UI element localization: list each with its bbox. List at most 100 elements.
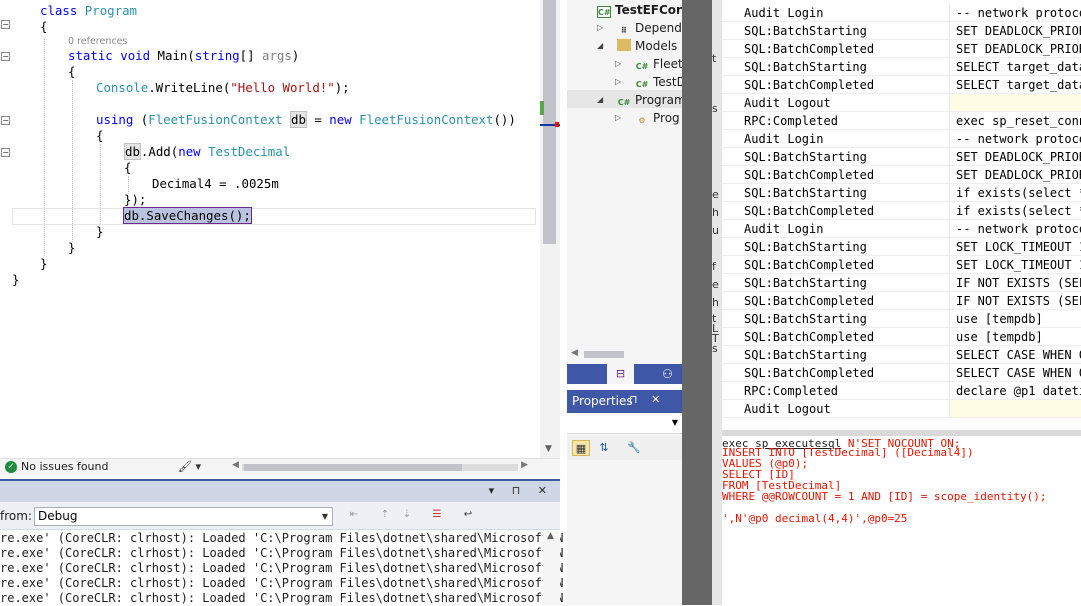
trace-row[interactable]: RPC:Completed exec sp_reset_conn bbox=[722, 112, 1081, 130]
previous-message-icon[interactable]: ⇡ bbox=[376, 509, 394, 523]
collapse-icon[interactable]: ◢ bbox=[597, 95, 603, 104]
expand-icon[interactable]: ▷ bbox=[615, 77, 621, 86]
code-line-4[interactable]: { bbox=[68, 64, 75, 80]
output-vertical-scrollbar[interactable]: ▲ bbox=[543, 531, 560, 605]
code-line-6[interactable]: using (FleetFusionContext db = new Fleet… bbox=[96, 111, 516, 128]
fold-toggle-class[interactable]: − bbox=[1, 20, 10, 29]
code-line-14[interactable]: } bbox=[68, 240, 75, 256]
trace-row[interactable]: SQL:BatchCompleted use [tempdb] bbox=[722, 328, 1081, 346]
trace-row[interactable]: SQL:BatchCompleted SELECT target_data bbox=[722, 76, 1081, 94]
code-line-1[interactable]: class Program bbox=[40, 3, 137, 19]
keyword: new bbox=[178, 144, 201, 159]
codelens-references[interactable]: 0 references bbox=[68, 36, 127, 47]
text-data-cell: IF NOT EXISTS (SEL bbox=[950, 292, 1081, 310]
code-line-13[interactable]: } bbox=[96, 224, 103, 240]
code-line-3[interactable]: static void Main(string[] args) bbox=[68, 48, 299, 64]
categorized-icon[interactable]: ▦ bbox=[572, 440, 590, 456]
text-data-cell: SET DEADLOCK_PRIOR bbox=[950, 40, 1081, 58]
text-data-cell: SELECT CASE WHEN O bbox=[950, 346, 1081, 364]
fold-toggle-using[interactable]: − bbox=[1, 116, 10, 125]
code-line-15[interactable]: } bbox=[40, 256, 47, 272]
profiler-trace-grid[interactable]: Audit Login -- network protoco SQL:BatchSt… bbox=[722, 0, 1081, 430]
window-buttons[interactable]: ⊓ ✕ bbox=[629, 393, 665, 406]
trace-row[interactable]: SQL:BatchCompleted SELECT CASE WHEN O bbox=[722, 364, 1081, 382]
code-line-7[interactable]: { bbox=[96, 128, 103, 144]
property-pages-icon[interactable]: 🔧 bbox=[625, 440, 643, 456]
code-cleanup-icon[interactable]: 🖌 ▾ bbox=[178, 460, 201, 473]
trace-row[interactable]: SQL:BatchCompleted SET DEADLOCK_PRIOR bbox=[722, 40, 1081, 58]
code-line-9[interactable]: { bbox=[124, 160, 131, 176]
output-text[interactable]: re.exe' (CoreCLR: clrhost): Loaded 'C:\P… bbox=[0, 531, 564, 606]
output-source-select[interactable]: Debug ▼ bbox=[34, 507, 333, 526]
expand-icon[interactable]: ▷ bbox=[615, 113, 621, 122]
trace-row[interactable]: RPC:Completed declare @p1 dateti bbox=[722, 382, 1081, 400]
fold-toggle-main[interactable]: − bbox=[1, 52, 10, 61]
trace-row[interactable]: SQL:BatchStarting SET DEADLOCK_PRIOR bbox=[722, 148, 1081, 166]
scroll-right-icon[interactable]: ▶ bbox=[521, 460, 528, 470]
scroll-left-icon[interactable]: ◀ bbox=[232, 460, 239, 470]
tree-item-fleet[interactable]: C# Fleet bbox=[635, 55, 682, 73]
tree-item-dependencies[interactable]: ⠿ Depende bbox=[617, 19, 682, 37]
trace-row[interactable]: SQL:BatchStarting SELECT CASE WHEN O bbox=[722, 346, 1081, 364]
tree-item-project[interactable]: C# TestEFCore bbox=[597, 1, 682, 19]
tree-item-testd[interactable]: C# TestD bbox=[635, 73, 682, 91]
next-message-icon[interactable]: ⇣ bbox=[398, 509, 416, 523]
trace-row[interactable]: SQL:BatchStarting IF NOT EXISTS (SEL bbox=[722, 274, 1081, 292]
code-line-11[interactable]: }); bbox=[124, 192, 146, 208]
object-selector[interactable]: ▼ bbox=[567, 413, 682, 434]
scrollbar-thumb[interactable] bbox=[584, 351, 624, 358]
code-line-2[interactable]: { bbox=[40, 19, 47, 35]
editor-vertical-scrollbar[interactable]: ▼ bbox=[540, 0, 560, 458]
output-source-label: from: bbox=[0, 509, 32, 523]
tree-item-program[interactable]: C# Program bbox=[617, 91, 682, 109]
trace-row[interactable]: SQL:BatchCompleted SET DEADLOCK_PRIOR bbox=[722, 166, 1081, 184]
clear-all-icon[interactable]: ☰ bbox=[428, 509, 446, 523]
tree-item-label: Program bbox=[635, 93, 682, 107]
trace-row[interactable]: SQL:BatchStarting if exists(select * bbox=[722, 184, 1081, 202]
trace-row[interactable]: Audit Login -- network protoco bbox=[722, 4, 1081, 22]
code-editor[interactable]: − − − − 0 references class Program { sta… bbox=[0, 0, 560, 458]
trace-row[interactable]: SQL:BatchCompleted IF NOT EXISTS (SEL bbox=[722, 292, 1081, 310]
word-wrap-icon[interactable]: ↩ bbox=[459, 509, 477, 523]
event-class-cell: SQL:BatchCompleted bbox=[722, 256, 950, 274]
trace-row[interactable]: Audit Login -- network protoco bbox=[722, 220, 1081, 238]
find-message-icon[interactable]: ⇤ bbox=[345, 509, 363, 523]
trace-row[interactable]: SQL:BatchCompleted SET LOCK_TIMEOUT 1 bbox=[722, 256, 1081, 274]
trace-row[interactable]: SQL:BatchStarting use [tempdb] bbox=[722, 310, 1081, 328]
trace-row[interactable]: SQL:BatchStarting SET LOCK_TIMEOUT 1 bbox=[722, 238, 1081, 256]
scroll-down-icon[interactable]: ▼ bbox=[545, 444, 552, 454]
code-line-10[interactable]: Decimal4 = .0025m bbox=[152, 176, 279, 192]
trace-row[interactable]: Audit Login -- network protoco bbox=[722, 130, 1081, 148]
code-line-8[interactable]: db.Add(new TestDecimal bbox=[124, 143, 290, 160]
scroll-up-icon[interactable]: ▲ bbox=[547, 531, 554, 541]
expand-icon[interactable]: ▷ bbox=[597, 23, 603, 32]
solution-horizontal-scrollbar[interactable]: ◀ bbox=[567, 346, 682, 363]
trace-row[interactable]: SQL:BatchStarting SELECT target_data bbox=[722, 58, 1081, 76]
tree-item-program-class[interactable]: ⚙ Prog bbox=[635, 109, 679, 127]
fold-toggle-add[interactable]: − bbox=[1, 148, 10, 157]
window-buttons[interactable]: ▾ ⊓ ✕ bbox=[489, 484, 554, 497]
sql-line: WHERE @@ROWCOUNT = 1 AND [ID] = scope_id… bbox=[722, 490, 1047, 503]
trace-row[interactable]: SQL:BatchStarting SET DEADLOCK_PRIOR bbox=[722, 22, 1081, 40]
issues-status[interactable]: No issues found bbox=[21, 460, 108, 473]
alphabetical-icon[interactable]: ⇅ bbox=[595, 440, 613, 456]
sql-text-pane[interactable]: exec sp_executesql N'SET NOCOUNT ON; INS… bbox=[722, 436, 1081, 605]
scroll-left-icon[interactable]: ◀ bbox=[571, 348, 578, 358]
trace-row[interactable]: Audit Logout bbox=[722, 400, 1081, 418]
code-line-5[interactable]: Console.WriteLine("Hello World!"); bbox=[96, 80, 350, 96]
expand-icon[interactable]: ▷ bbox=[615, 59, 621, 68]
scrollbar-thumb[interactable] bbox=[244, 464, 462, 471]
event-class-cell: SQL:BatchStarting bbox=[722, 346, 950, 364]
trace-row[interactable]: Audit Logout bbox=[722, 94, 1081, 112]
collapse-icon[interactable]: ◢ bbox=[597, 41, 603, 50]
profiler-side-splitter[interactable]: t s e h u f e h t L T s bbox=[712, 0, 722, 605]
trace-row[interactable]: SQL:BatchCompleted if exists(select * bbox=[722, 202, 1081, 220]
event-class-cell: Audit Login bbox=[722, 4, 950, 22]
editor-horizontal-scrollbar[interactable]: ◀ ▶ bbox=[232, 460, 528, 473]
team-explorer-tab-icon[interactable]: ⚇ bbox=[654, 364, 681, 384]
code-line-16[interactable]: } bbox=[12, 272, 19, 288]
tree-item-models[interactable]: Models bbox=[617, 37, 677, 55]
solution-explorer-tab-icon[interactable]: ⊟ bbox=[607, 364, 634, 384]
code-line-12[interactable]: db.SaveChanges(); bbox=[123, 207, 252, 224]
